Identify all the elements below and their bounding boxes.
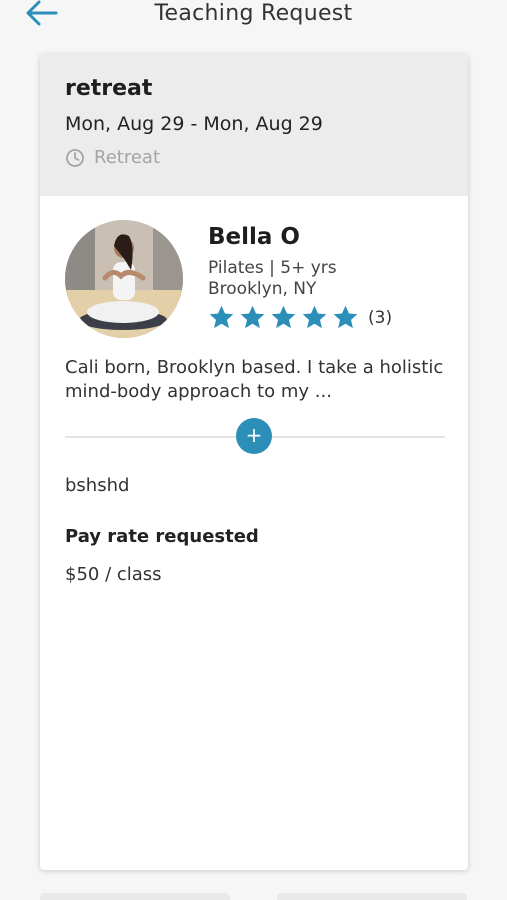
instructor-specialty: Pilates | 5+ yrs [208,258,337,278]
header: Teaching Request [0,0,507,30]
avatar[interactable] [65,220,183,338]
expand-bio-button[interactable]: + [236,418,272,454]
star-icon [333,305,358,329]
page-title: Teaching Request [154,1,353,26]
event-summary: retreat Mon, Aug 29 - Mon, Aug 29 Retrea… [40,54,468,196]
instructor-profile[interactable]: Bella O Pilates | 5+ yrs Brooklyn, NY (3… [40,196,468,346]
accept-button[interactable] [277,893,467,900]
instructor-name[interactable]: Bella O [208,224,300,250]
star-icon [302,305,327,329]
star-icon [240,305,265,329]
request-note: bshshd [65,475,130,496]
event-name: retreat [65,76,153,101]
request-card: retreat Mon, Aug 29 - Mon, Aug 29 Retrea… [40,54,468,870]
pay-rate-value: $50 / class [65,564,162,585]
rating: (3) [208,304,392,331]
decline-button[interactable] [40,893,230,900]
star-icon [271,305,296,329]
review-count: (3) [368,307,393,328]
instructor-location: Brooklyn, NY [208,279,317,299]
event-type-row: Retreat [65,147,443,168]
clock-icon [66,148,84,167]
instructor-meta: Pilates | 5+ yrs Brooklyn, NY [208,258,337,300]
event-dates: Mon, Aug 29 - Mon, Aug 29 [65,113,323,135]
event-type: Retreat [94,147,160,168]
instructor-bio: Cali born, Brooklyn based. I take a holi… [65,357,444,402]
star-icon [209,305,234,329]
pay-rate-label: Pay rate requested [65,526,259,547]
